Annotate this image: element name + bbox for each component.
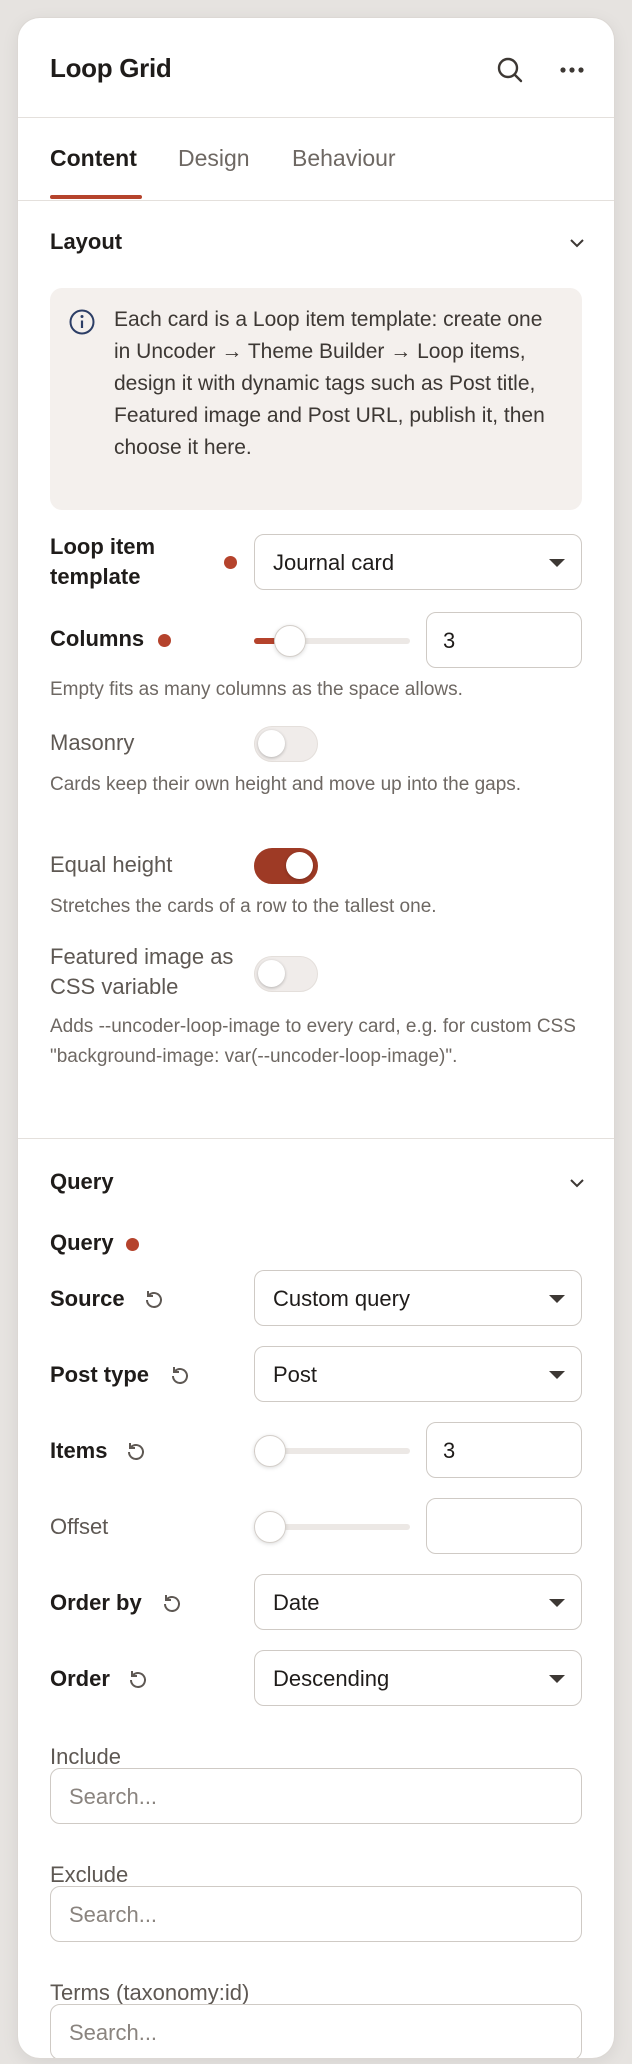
more-options-icon[interactable] <box>554 52 590 88</box>
terms-search-field[interactable]: Search... <box>50 2004 582 2058</box>
offset-slider[interactable] <box>254 1511 410 1543</box>
order-by-select[interactable]: Date <box>254 1574 582 1630</box>
equal-height-help: Stretches the cards of a row to the tall… <box>50 896 437 917</box>
offset-input[interactable] <box>426 1498 582 1554</box>
caret-down-icon <box>549 1371 565 1379</box>
items-input[interactable]: 3 <box>426 1422 582 1478</box>
tab-content[interactable]: Content <box>50 145 137 172</box>
placeholder: Search... <box>69 2020 158 2045</box>
exclude-label: Exclude <box>50 1862 129 1887</box>
columns-slider[interactable] <box>254 625 410 657</box>
toggle-knob <box>286 852 313 879</box>
reset-icon[interactable] <box>126 1668 150 1692</box>
select-value: Post <box>273 1362 318 1387</box>
modified-indicator <box>158 634 171 647</box>
caret-down-icon <box>549 1295 565 1303</box>
tab-behaviour[interactable]: Behaviour <box>292 145 396 172</box>
caret-down-icon <box>549 559 565 567</box>
order-select[interactable]: Descending <box>254 1650 582 1706</box>
tab-bar: Content Design Behaviour <box>18 119 614 201</box>
equal-height-toggle[interactable] <box>254 848 318 884</box>
featured-image-label: Featured image as CSS variable <box>50 944 234 999</box>
info-box: Each card is a Loop item template: creat… <box>50 288 582 510</box>
terms-label: Terms (taxonomy:id) <box>50 1980 250 2005</box>
equal-height-label: Equal height <box>50 852 173 877</box>
post-type-label: Post type <box>50 1362 150 1387</box>
select-value: Descending <box>273 1666 390 1691</box>
columns-input[interactable]: 3 <box>426 612 582 668</box>
panel-header: Loop Grid <box>18 18 614 118</box>
select-value: Date <box>273 1590 320 1615</box>
reset-icon[interactable] <box>142 1288 166 1312</box>
active-tab-indicator <box>50 195 142 199</box>
modified-indicator <box>224 556 237 569</box>
panel-title: Loop Grid <box>50 53 172 83</box>
columns-label: Columns <box>50 626 145 651</box>
query-sub-label: Query <box>50 1230 114 1255</box>
slider-handle[interactable] <box>254 1435 286 1467</box>
info-icon <box>69 309 95 335</box>
loop-item-template-select[interactable]: Journal card <box>254 534 582 590</box>
placeholder: Search... <box>69 1902 158 1927</box>
featured-image-toggle[interactable] <box>254 956 318 992</box>
masonry-help: Cards keep their own height and move up … <box>50 774 522 795</box>
slider-handle[interactable] <box>254 1511 286 1543</box>
reset-icon[interactable] <box>160 1592 184 1616</box>
caret-down-icon <box>549 1675 565 1683</box>
chevron-down-icon[interactable] <box>566 1172 588 1194</box>
toggle-knob <box>258 960 285 987</box>
placeholder: Search... <box>69 1784 158 1809</box>
layout-section-title[interactable]: Layout <box>50 229 122 255</box>
offset-label: Offset <box>50 1514 109 1539</box>
modified-indicator <box>126 1238 139 1251</box>
slider-handle[interactable] <box>274 625 306 657</box>
masonry-label: Masonry <box>50 730 135 755</box>
columns-value: 3 <box>443 628 456 653</box>
items-slider[interactable] <box>254 1435 410 1467</box>
include-search-field[interactable]: Search... <box>50 1768 582 1824</box>
items-value: 3 <box>443 1438 456 1463</box>
search-icon[interactable] <box>492 52 528 88</box>
source-label: Source <box>50 1286 125 1311</box>
section-divider <box>18 1138 614 1139</box>
toggle-knob <box>258 730 285 757</box>
exclude-search-field[interactable]: Search... <box>50 1886 582 1942</box>
loop-grid-panel: Loop Grid Content Design Behaviour Layou… <box>18 18 614 2058</box>
source-select[interactable]: Custom query <box>254 1270 582 1326</box>
masonry-toggle[interactable] <box>254 726 318 762</box>
featured-image-help: Adds --uncoder-loop-image to every card,… <box>50 1016 576 1067</box>
info-text: Each card is a Loop item template: creat… <box>114 308 545 459</box>
order-by-label: Order by <box>50 1590 142 1615</box>
include-label: Include <box>50 1744 121 1769</box>
tab-design[interactable]: Design <box>178 145 250 172</box>
post-type-select[interactable]: Post <box>254 1346 582 1402</box>
reset-icon[interactable] <box>168 1364 192 1388</box>
query-section-title[interactable]: Query <box>50 1169 114 1195</box>
caret-down-icon <box>549 1599 565 1607</box>
select-value: Custom query <box>273 1286 410 1311</box>
chevron-down-icon[interactable] <box>566 232 588 254</box>
order-label: Order <box>50 1666 110 1691</box>
items-label: Items <box>50 1438 108 1463</box>
reset-icon[interactable] <box>124 1440 148 1464</box>
loop-item-template-label: Loop item template <box>50 534 156 589</box>
select-value: Journal card <box>273 550 395 575</box>
columns-help: Empty fits as many columns as the space … <box>50 679 463 700</box>
